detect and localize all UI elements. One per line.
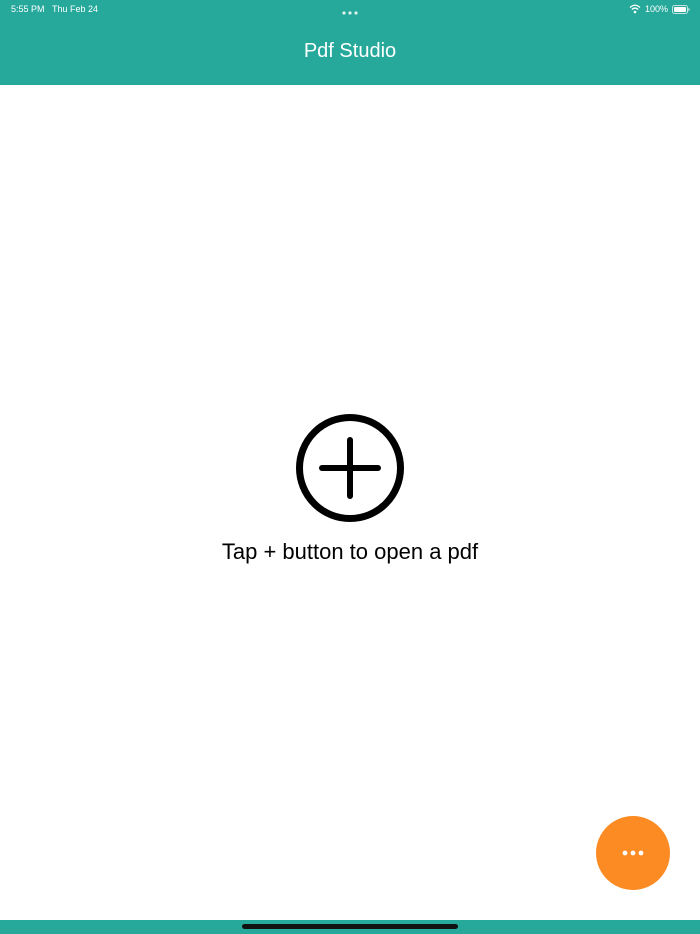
battery-percentage: 100% <box>644 4 668 14</box>
status-bar: 5:55 PM Thu Feb 24 100% <box>0 0 700 18</box>
status-date: Thu Feb 24 <box>52 4 99 14</box>
app-header: 5:55 PM Thu Feb 24 100% Pdf Studio <box>0 0 700 85</box>
more-options-button[interactable] <box>596 816 670 890</box>
empty-state-message: Tap + button to open a pdf <box>221 539 479 564</box>
main-content: Tap + button to open a pdf <box>0 85 700 920</box>
page-title: Pdf Studio <box>303 40 397 62</box>
add-pdf-button[interactable] <box>294 412 406 524</box>
battery-icon <box>672 4 690 14</box>
home-indicator[interactable] <box>242 924 458 929</box>
plus-circle-icon <box>296 414 404 522</box>
status-time: 5:55 PM <box>11 4 45 14</box>
multitasking-dots-icon[interactable] <box>342 7 358 15</box>
status-indicators: 100% <box>629 3 690 15</box>
more-horizontal-icon <box>622 850 644 856</box>
wifi-icon <box>629 4 641 14</box>
